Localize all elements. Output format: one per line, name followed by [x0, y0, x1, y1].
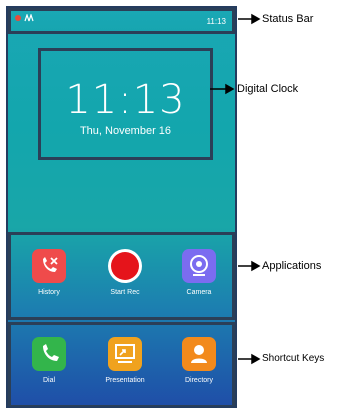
callout-applications: Applications	[262, 260, 322, 272]
callout-digital-clock: Digital Clock	[237, 83, 299, 95]
callout-shortcut-keys: Shortcut Keys	[262, 353, 325, 364]
callout-arrows	[210, 13, 261, 365]
callout-status-bar: Status Bar	[262, 13, 314, 25]
